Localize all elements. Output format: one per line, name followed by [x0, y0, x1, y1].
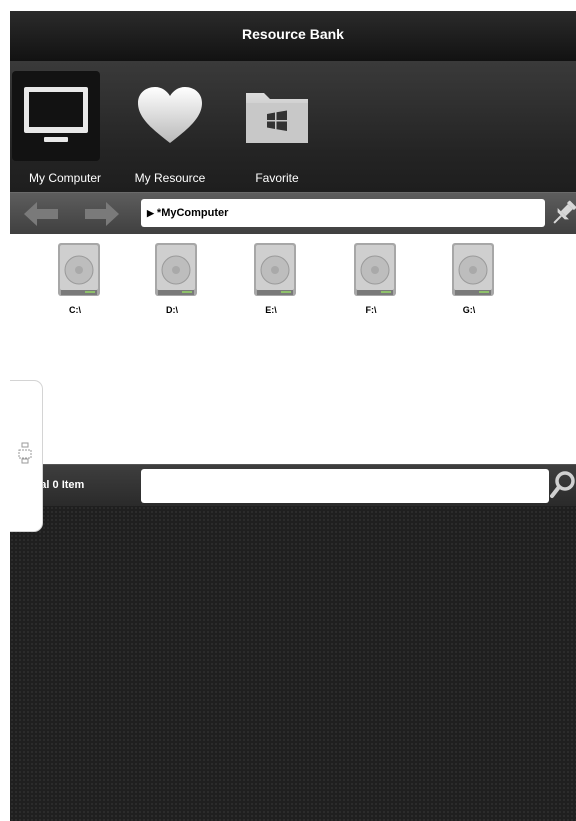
nav-item-my-resource[interactable]: My Resource	[115, 71, 225, 187]
drive-item[interactable]: E:\	[241, 242, 301, 315]
nav-item-my-computer[interactable]: My Computer	[10, 71, 120, 187]
drive-label: G:\	[462, 305, 476, 315]
back-arrow-button[interactable]	[24, 201, 58, 227]
hard-drive-icon	[354, 243, 396, 296]
drive-label: D:\	[166, 305, 178, 315]
results-panel	[10, 506, 576, 821]
heart-icon	[115, 71, 225, 161]
hard-drive-icon	[452, 243, 494, 296]
nav-item-favorite[interactable]: Favorite	[222, 71, 332, 187]
drive-item[interactable]: G:\	[439, 242, 499, 315]
nav-label: Favorite	[255, 171, 299, 185]
status-bar: Total 0 Item	[10, 464, 576, 507]
nav-bar: My Computer My Resource Favorite	[10, 61, 576, 192]
drive-label: E:\	[265, 305, 277, 315]
drive-item[interactable]: D:\	[142, 242, 202, 315]
resource-bank-window: Resource Bank My Computer My Resource Fa…	[10, 11, 576, 821]
search-icon[interactable]	[550, 471, 576, 499]
drive-list: C:\ D:\ E:\ F:\ G:\	[10, 234, 576, 464]
resize-handle-icon	[18, 442, 32, 464]
hard-drive-icon	[254, 243, 296, 296]
monitor-icon	[12, 71, 100, 161]
drive-item[interactable]: C:\	[45, 242, 105, 315]
breadcrumb-arrow-icon: ▶	[147, 207, 154, 218]
side-panel-tab[interactable]	[10, 380, 43, 532]
drive-item[interactable]: F:\	[341, 242, 401, 315]
pin-icon[interactable]	[549, 198, 576, 228]
nav-label: My Computer	[28, 171, 102, 185]
window-title: Resource Bank	[242, 26, 344, 42]
hard-drive-icon	[58, 243, 100, 296]
title-bar: Resource Bank	[10, 11, 576, 61]
windows-folder-icon	[222, 71, 332, 161]
drive-label: F:\	[365, 305, 377, 315]
address-field[interactable]: ▶ *MyComputer	[141, 199, 545, 227]
nav-label: My Resource	[134, 171, 206, 185]
address-bar: ▶ *MyComputer	[10, 192, 576, 235]
search-input[interactable]	[141, 469, 549, 503]
hard-drive-icon	[155, 243, 197, 296]
forward-arrow-button[interactable]	[85, 201, 119, 227]
drive-label: C:\	[69, 305, 81, 315]
address-path: *MyComputer	[156, 207, 229, 219]
